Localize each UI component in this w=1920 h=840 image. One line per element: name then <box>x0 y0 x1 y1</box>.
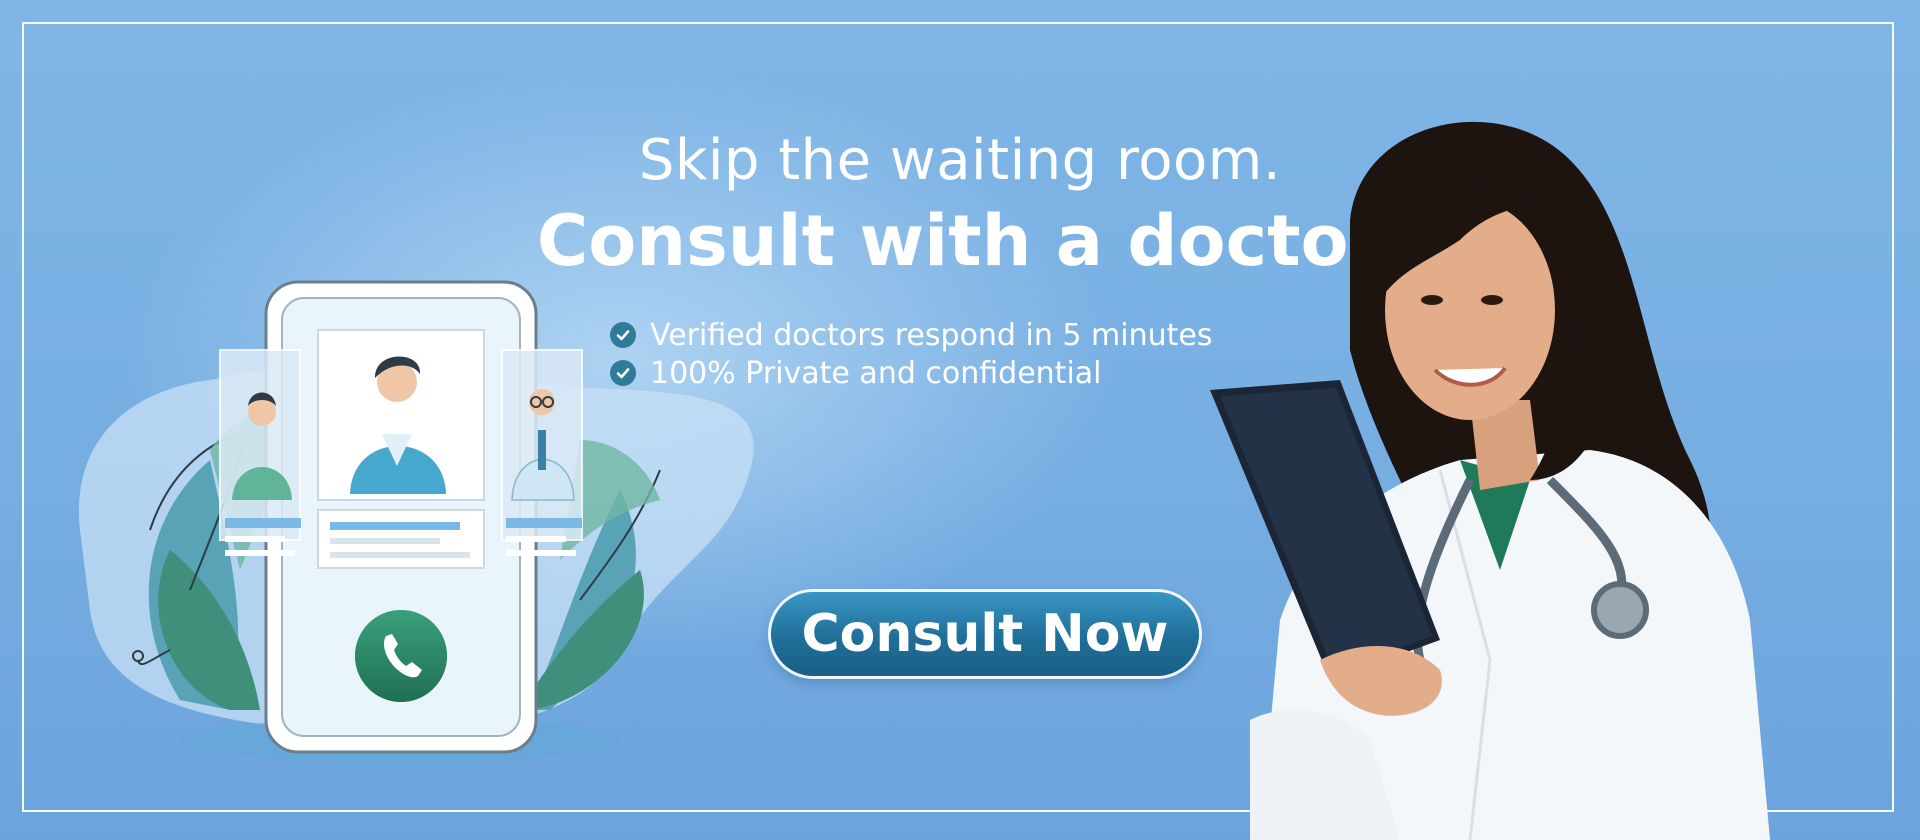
doctor-photo <box>1210 121 1770 840</box>
phone-icon <box>355 610 447 702</box>
feature-list: Verified doctors respond in 5 minutes 10… <box>610 316 1212 392</box>
feature-item: Verified doctors respond in 5 minutes <box>610 316 1212 354</box>
check-icon <box>610 360 636 386</box>
feature-item: 100% Private and confidential <box>610 354 1212 392</box>
check-icon <box>610 322 636 348</box>
consult-banner: Skip the waiting room. Consult with a do… <box>0 0 1920 840</box>
feature-text: 100% Private and confidential <box>650 355 1102 391</box>
consult-now-button[interactable]: Consult Now <box>771 592 1199 676</box>
feature-text: Verified doctors respond in 5 minutes <box>650 317 1213 353</box>
